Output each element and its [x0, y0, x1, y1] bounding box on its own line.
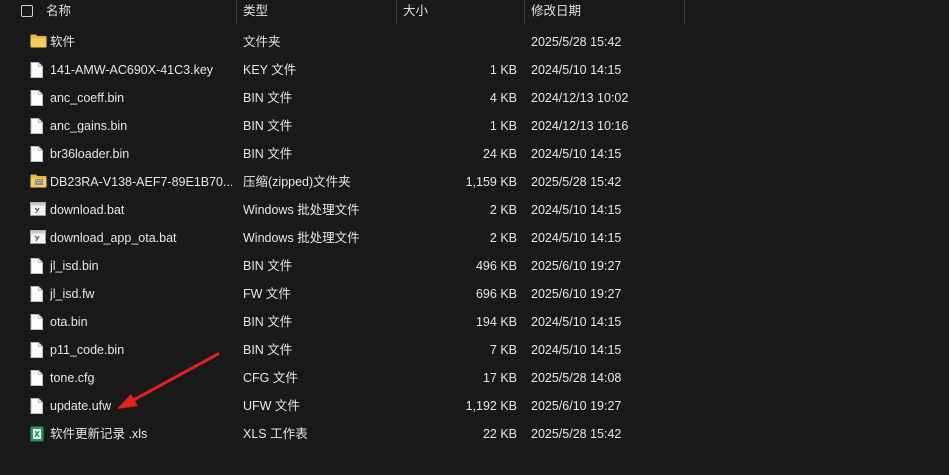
file-type: CFG 文件: [243, 371, 298, 385]
file-row[interactable]: anc_coeff.bin BIN 文件 4 KB 2024/12/13 10:02: [0, 84, 949, 112]
file-icon: [30, 336, 46, 364]
file-name: download_app_ota.bat: [50, 231, 177, 245]
file-modified-date: 2024/5/10 14:15: [531, 63, 622, 77]
file-modified-date: 2025/6/10 19:27: [531, 399, 622, 413]
file-icon: [30, 56, 46, 84]
file-row[interactable]: 软件更新记录 .xls XLS 工作表 22 KB 2025/5/28 15:42: [0, 420, 949, 448]
file-row[interactable]: download_app_ota.bat Windows 批处理文件 2 KB 202…: [0, 224, 949, 252]
file-icon: [30, 140, 46, 168]
file-size: 7 KB: [489, 343, 517, 357]
column-divider[interactable]: [684, 0, 685, 24]
file-name: DB23RA-V138-AEF7-89E1B70...: [50, 175, 232, 189]
file-size: 4 KB: [489, 91, 517, 105]
file-name: jl_isd.bin: [50, 259, 99, 273]
batch-file-icon: [30, 196, 46, 224]
file-name: tone.cfg: [50, 371, 95, 385]
file-type: Windows 批处理文件: [243, 203, 360, 217]
file-size: 22 KB: [482, 427, 517, 441]
file-row[interactable]: DB23RA-V138-AEF7-89E1B70... 压缩(zipped)文件夹…: [0, 168, 949, 196]
file-type: FW 文件: [243, 287, 291, 301]
file-row[interactable]: 141-AMW-AC690X-41C3.key KEY 文件 1 KB 2024/5/…: [0, 56, 949, 84]
select-all-checkbox[interactable]: [21, 5, 33, 17]
file-row[interactable]: update.ufw UFW 文件 1,192 KB 2025/6/10 19:27: [0, 392, 949, 420]
file-row[interactable]: jl_isd.bin BIN 文件 496 KB 2025/6/10 19:27: [0, 252, 949, 280]
file-icon: [30, 112, 46, 140]
file-icon: [30, 280, 46, 308]
file-size: 2 KB: [489, 203, 517, 217]
file-name: update.ufw: [50, 399, 112, 413]
file-name: 141-AMW-AC690X-41C3.key: [50, 63, 214, 77]
file-size: 1 KB: [489, 119, 517, 133]
file-size: 194 KB: [475, 315, 517, 329]
file-name: download.bat: [50, 203, 125, 217]
file-modified-date: 2025/6/10 19:27: [531, 287, 622, 301]
file-row[interactable]: download.bat Windows 批处理文件 2 KB 2024/5/10 1…: [0, 196, 949, 224]
file-type: UFW 文件: [243, 399, 300, 413]
file-modified-date: 2025/5/28 14:08: [531, 371, 622, 385]
file-size: 1,159 KB: [465, 175, 517, 189]
file-type: BIN 文件: [243, 147, 293, 161]
file-type: BIN 文件: [243, 315, 293, 329]
batch-file-icon: [30, 224, 46, 252]
file-modified-date: 2025/5/28 15:42: [531, 175, 622, 189]
file-name: 软件更新记录 .xls: [50, 427, 148, 441]
file-type: 压缩(zipped)文件夹: [243, 175, 351, 189]
excel-file-icon: [30, 420, 46, 448]
file-size: 696 KB: [475, 287, 517, 301]
file-size: 1 KB: [489, 63, 517, 77]
file-type: 文件夹: [243, 35, 281, 49]
zip-folder-icon: [30, 168, 47, 196]
file-icon: [30, 364, 46, 392]
file-row[interactable]: 软件 文件夹 2025/5/28 15:42: [0, 28, 949, 56]
file-type: KEY 文件: [243, 63, 297, 77]
file-icon: [30, 252, 46, 280]
file-name: anc_coeff.bin: [50, 91, 125, 105]
column-header-bar: 名称 类型 大小 修改日期: [0, 0, 949, 24]
file-modified-date: 2024/5/10 14:15: [531, 203, 622, 217]
file-modified-date: 2024/5/10 14:15: [531, 147, 622, 161]
file-name: ota.bin: [50, 315, 88, 329]
file-type: BIN 文件: [243, 119, 293, 133]
column-header-date[interactable]: 修改日期: [531, 0, 681, 24]
file-type: XLS 工作表: [243, 427, 308, 441]
file-row[interactable]: tone.cfg CFG 文件 17 KB 2025/5/28 14:08: [0, 364, 949, 392]
file-row[interactable]: p11_code.bin BIN 文件 7 KB 2024/5/10 14:15: [0, 336, 949, 364]
file-size: 496 KB: [475, 259, 517, 273]
file-name: p11_code.bin: [50, 343, 125, 357]
file-modified-date: 2025/5/28 15:42: [531, 35, 622, 49]
file-modified-date: 2024/5/10 14:15: [531, 231, 622, 245]
file-type: BIN 文件: [243, 91, 293, 105]
file-name: jl_isd.fw: [50, 287, 95, 301]
file-type: BIN 文件: [243, 259, 293, 273]
column-divider[interactable]: [524, 0, 525, 24]
file-size: 24 KB: [482, 147, 517, 161]
column-header-size[interactable]: 大小: [403, 0, 521, 24]
column-divider[interactable]: [396, 0, 397, 24]
file-modified-date: 2024/5/10 14:15: [531, 315, 622, 329]
file-type: BIN 文件: [243, 343, 293, 357]
file-row[interactable]: anc_gains.bin BIN 文件 1 KB 2024/12/13 10:16: [0, 112, 949, 140]
file-modified-date: 2025/5/28 15:42: [531, 427, 622, 441]
file-modified-date: 2024/12/13 10:16: [531, 119, 629, 133]
file-modified-date: 2025/6/10 19:27: [531, 259, 622, 273]
file-name: br36loader.bin: [50, 147, 130, 161]
file-name: anc_gains.bin: [50, 119, 128, 133]
column-header-name[interactable]: 名称: [46, 0, 236, 24]
file-size: 1,192 KB: [465, 399, 517, 413]
column-divider[interactable]: [236, 0, 237, 24]
file-icon: [30, 392, 46, 420]
file-type: Windows 批处理文件: [243, 231, 360, 245]
file-icon: [30, 308, 46, 336]
file-icon: [30, 84, 46, 112]
file-size: 2 KB: [489, 231, 517, 245]
file-modified-date: 2024/5/10 14:15: [531, 343, 622, 357]
file-row[interactable]: ota.bin BIN 文件 194 KB 2024/5/10 14:15: [0, 308, 949, 336]
file-row[interactable]: jl_isd.fw FW 文件 696 KB 2025/6/10 19:27: [0, 280, 949, 308]
column-header-type[interactable]: 类型: [243, 0, 393, 24]
folder-icon: [30, 28, 47, 56]
file-size: 17 KB: [482, 371, 517, 385]
file-modified-date: 2024/12/13 10:02: [531, 91, 629, 105]
file-name: 软件: [50, 35, 76, 49]
file-row[interactable]: br36loader.bin BIN 文件 24 KB 2024/5/10 14:15: [0, 140, 949, 168]
